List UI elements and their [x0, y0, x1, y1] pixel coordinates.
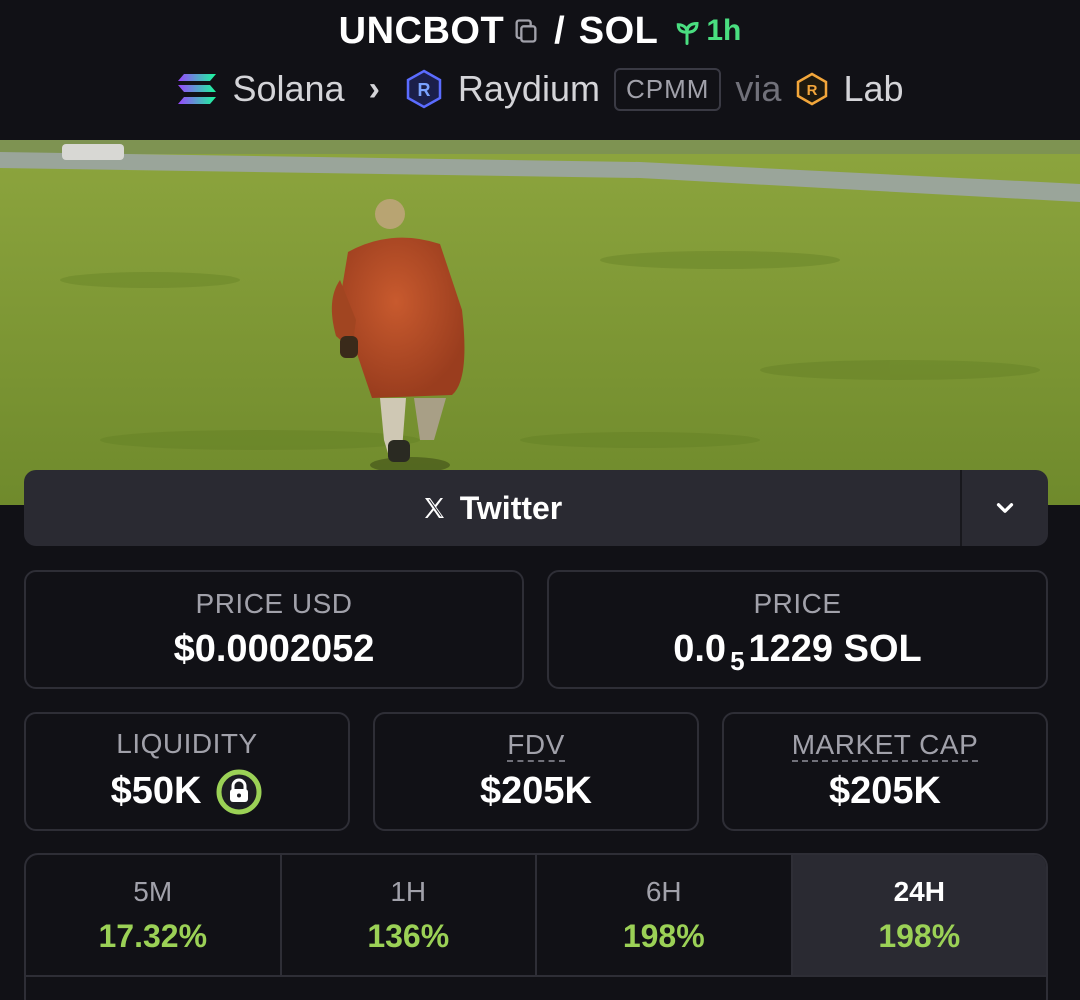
tab-label: 1H	[390, 875, 427, 907]
pair-age-text: 1h	[706, 14, 742, 47]
more-socials-button[interactable]	[962, 470, 1048, 546]
tab-label: 6H	[645, 875, 682, 907]
timeframe-row: 5M 17.32% 1H 136% 6H 198% 24H 198%	[26, 855, 1046, 977]
price-native-card: PRICE 0.0 5 1229 SOL	[547, 570, 1048, 689]
price-change-value: 198%	[622, 917, 705, 954]
fdv-value: $205K	[480, 770, 592, 812]
chevron-down-icon	[996, 503, 1014, 513]
price-native-zero-count: 5	[730, 646, 745, 676]
price-change-tabs: 5M 17.32% 1H 136% 6H 198% 24H 198%	[24, 853, 1048, 1000]
fdv-label[interactable]: FDV	[507, 730, 565, 762]
pair-title: UNCBOT / SOL 1h	[0, 6, 1080, 56]
price-native-suffix: 1229 SOL	[748, 628, 922, 670]
raydium-icon: R	[404, 69, 444, 109]
price-usd-label: PRICE USD	[195, 588, 353, 619]
lock-icon[interactable]	[215, 768, 263, 816]
market-cap-label[interactable]: MARKET CAP	[791, 730, 979, 762]
raydium-lab-icon: R	[795, 72, 829, 106]
tab-5m[interactable]: 5M 17.32%	[26, 855, 282, 975]
liquidity-card: LIQUIDITY $50K	[24, 712, 350, 831]
market-cap-card: MARKET CAP $205K	[722, 712, 1048, 831]
price-change-value: 136%	[367, 917, 450, 954]
tab-1h[interactable]: 1H 136%	[282, 855, 537, 975]
tab-6h[interactable]: 6H 198%	[537, 855, 793, 975]
liquidity-label: LIQUIDITY	[116, 727, 258, 759]
quote-token-symbol: SOL	[578, 9, 659, 52]
tab-label: 5M	[133, 875, 173, 907]
price-usd-card: PRICE USD $0.0002052	[24, 570, 524, 689]
breadcrumb: Solana › R Raydium CPMM via R Lab	[0, 62, 1080, 116]
dex-link[interactable]: Raydium	[458, 68, 600, 110]
chevron-right-icon: ›	[368, 69, 380, 108]
price-usd-value: $0.0002052	[173, 628, 375, 670]
social-links-bar: Twitter	[24, 470, 1048, 546]
pair-header: UNCBOT / SOL 1h Solana › R Raydium CPMM …	[0, 0, 1080, 140]
solana-icon	[176, 72, 218, 106]
twitter-label: Twitter	[459, 489, 563, 526]
price-native-label: PRICE	[753, 588, 842, 619]
via-label: via	[735, 68, 782, 109]
svg-text:R: R	[417, 80, 430, 100]
x-icon	[424, 498, 444, 518]
price-change-value: 198%	[878, 917, 961, 954]
launchpad-link[interactable]: Lab	[843, 68, 903, 110]
pair-separator: /	[554, 9, 565, 52]
price-change-value: 17.32%	[98, 917, 208, 954]
seedling-icon	[677, 21, 699, 45]
liquidity-value: $50K	[110, 770, 202, 812]
fdv-card: FDV $205K	[373, 712, 699, 831]
price-native-value: 0.0 5 1229 SOL	[673, 628, 922, 676]
chain-link[interactable]: Solana	[232, 68, 344, 110]
pool-type-badge: CPMM	[613, 67, 722, 111]
liquidity-value-row: $50K	[111, 768, 264, 816]
tab-label: 24H	[893, 875, 945, 907]
base-token-symbol: UNCBOT	[338, 9, 505, 52]
twitter-button[interactable]: Twitter	[24, 470, 960, 546]
token-banner-image	[0, 140, 1080, 505]
copy-icon[interactable]	[512, 17, 540, 45]
price-native-prefix: 0.0	[673, 628, 727, 670]
pair-age-badge: 1h	[672, 14, 741, 48]
market-cap-value: $205K	[829, 770, 941, 812]
tab-24h[interactable]: 24H 198%	[792, 855, 1046, 975]
svg-text:R: R	[807, 82, 818, 99]
